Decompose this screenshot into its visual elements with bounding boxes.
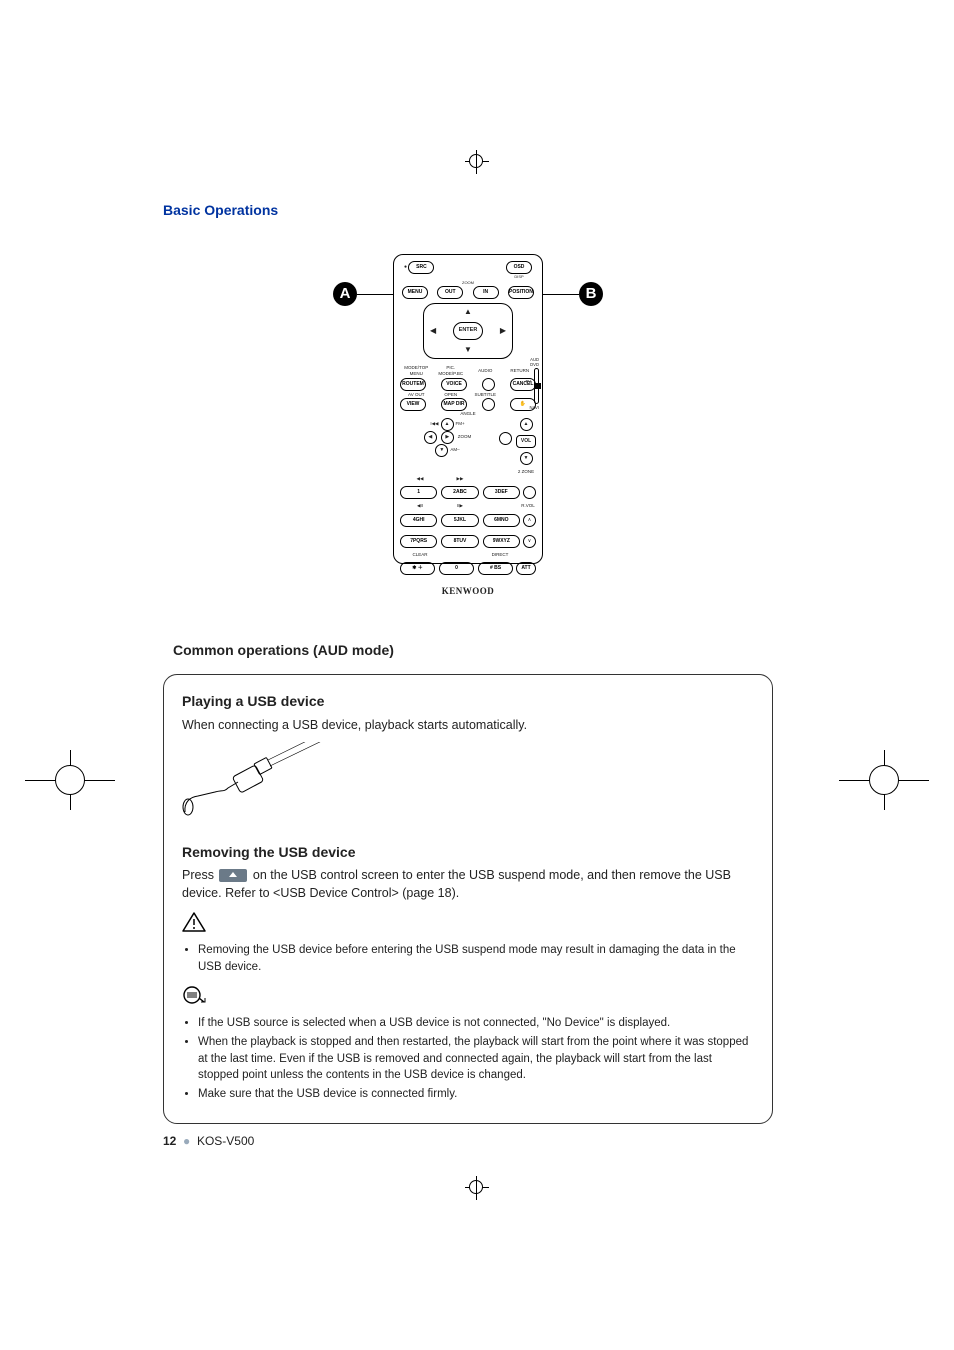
routem-button[interactable]: ROUTEM bbox=[400, 378, 426, 391]
tune-up-button[interactable]: ▲ bbox=[441, 418, 454, 431]
view-button[interactable]: VIEW bbox=[400, 398, 426, 411]
tune-left-button[interactable]: ◀ bbox=[424, 431, 437, 444]
position-button[interactable]: POSITION bbox=[508, 286, 534, 299]
voice-button[interactable]: VOICE bbox=[441, 378, 467, 391]
key-7[interactable]: 7PQRS bbox=[400, 535, 437, 548]
key-1[interactable]: 1 bbox=[400, 486, 437, 499]
mapdir-button[interactable]: MAP DIR bbox=[441, 398, 467, 411]
key-hash[interactable]: # BS bbox=[478, 562, 513, 575]
dpad-up[interactable]: ▲ bbox=[464, 306, 472, 318]
att-button[interactable]: ATT bbox=[516, 562, 536, 575]
removing-text: Press on the USB control screen to enter… bbox=[182, 866, 754, 902]
vol-down-button[interactable]: ▼ bbox=[520, 452, 533, 465]
dpad[interactable]: ▲ ▼ ◀ ▶ ENTER bbox=[423, 303, 513, 359]
rvol-down-button[interactable]: ∨ bbox=[523, 535, 536, 548]
zoom-in-button[interactable]: IN bbox=[473, 286, 499, 299]
key-3[interactable]: 3DEF bbox=[483, 486, 520, 499]
key-8[interactable]: 8TUV bbox=[441, 535, 478, 548]
callout-a-badge: A bbox=[333, 282, 357, 306]
vol-label: VOL bbox=[516, 435, 536, 448]
notes-list: If the USB source is selected when a USB… bbox=[182, 1015, 754, 1102]
usb-illustration bbox=[180, 742, 754, 828]
remote-diagram: A B ● SRC OSD DISP ZOOM MENU OUT IN POSI… bbox=[163, 254, 773, 600]
playing-heading: Playing a USB device bbox=[182, 691, 754, 711]
note-icon bbox=[182, 985, 754, 1011]
key-star[interactable]: ✱ ＋ bbox=[400, 562, 435, 575]
removing-heading: Removing the USB device bbox=[182, 842, 754, 862]
key-5[interactable]: 5JKL bbox=[441, 514, 478, 527]
angle-button[interactable] bbox=[499, 432, 512, 445]
mode-switch[interactable]: AUD DVD TV NAVI bbox=[525, 357, 539, 410]
eject-icon bbox=[219, 869, 247, 882]
key-9[interactable]: 9WXYZ bbox=[483, 535, 520, 548]
eject-top-button[interactable]: ▲ bbox=[520, 418, 533, 431]
audio-button[interactable] bbox=[482, 378, 495, 391]
zoom-out-button[interactable]: OUT bbox=[437, 286, 463, 299]
dpad-left[interactable]: ◀ bbox=[430, 325, 436, 337]
subtitle-button[interactable] bbox=[482, 398, 495, 411]
tune-down-button[interactable]: ▼ bbox=[435, 444, 448, 457]
playing-text: When connecting a USB device, playback s… bbox=[182, 716, 754, 734]
key-2[interactable]: 2ABC bbox=[441, 486, 478, 499]
rvol-up-button[interactable]: ∧ bbox=[523, 514, 536, 527]
warning-icon bbox=[182, 912, 754, 938]
subheading: Common operations (AUD mode) bbox=[173, 640, 773, 660]
src-button[interactable]: SRC bbox=[408, 261, 434, 274]
brand-logo: KENWOOD bbox=[400, 585, 536, 598]
warning-list: Removing the USB device before entering … bbox=[182, 942, 754, 975]
crop-mark-top bbox=[465, 150, 489, 174]
twozone-button[interactable] bbox=[523, 486, 536, 499]
key-6[interactable]: 6MNO bbox=[483, 514, 520, 527]
menu-button[interactable]: MENU bbox=[402, 286, 428, 299]
tune-right-button[interactable]: ▶ bbox=[441, 431, 454, 444]
crop-mark-bottom bbox=[465, 1176, 489, 1200]
callout-b-badge: B bbox=[579, 282, 603, 306]
side-mark-right bbox=[854, 750, 914, 810]
section-title: Basic Operations bbox=[163, 200, 773, 220]
dpad-right[interactable]: ▶ bbox=[500, 325, 506, 337]
info-card: Playing a USB device When connecting a U… bbox=[163, 674, 773, 1123]
remote-body: ● SRC OSD DISP ZOOM MENU OUT IN POSITION… bbox=[393, 254, 543, 564]
key-0[interactable]: 0 bbox=[439, 562, 474, 575]
side-mark-left bbox=[40, 750, 100, 810]
key-4[interactable]: 4GHI bbox=[400, 514, 437, 527]
enter-button[interactable]: ENTER bbox=[453, 322, 483, 340]
osd-button[interactable]: OSD bbox=[506, 261, 532, 274]
dpad-down[interactable]: ▼ bbox=[464, 344, 472, 356]
footer: 12 ● KOS-V500 bbox=[163, 1133, 254, 1150]
